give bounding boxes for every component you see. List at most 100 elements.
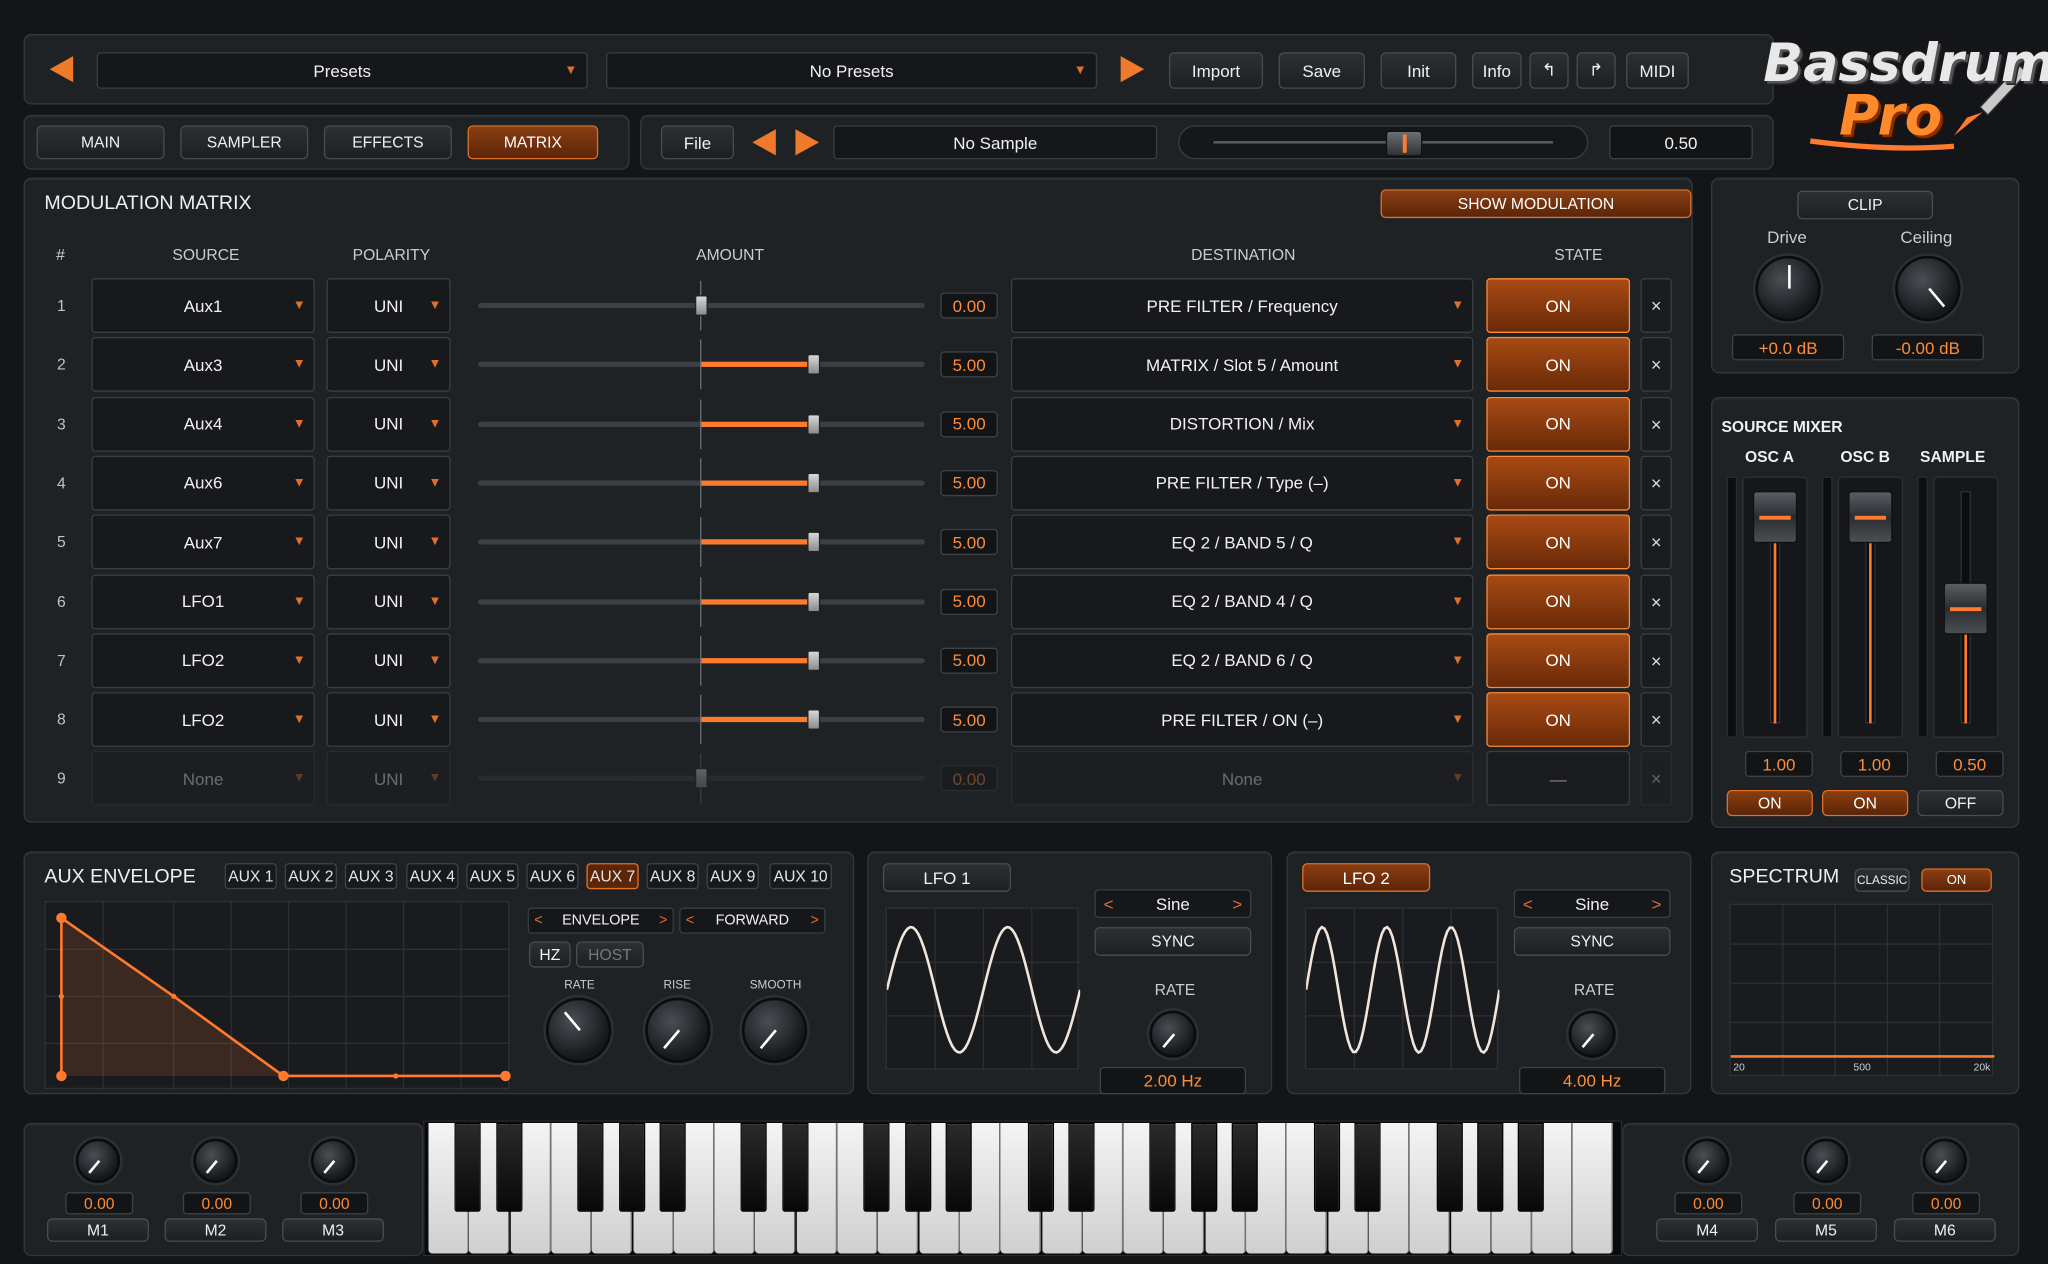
destination-dropdown[interactable]: PRE FILTER / Type (–) ▼ <box>1010 455 1474 511</box>
source-dropdown[interactable]: Aux3 ▼ <box>91 337 315 393</box>
arrow-left-icon[interactable]: < <box>1104 894 1114 914</box>
mixer-fader[interactable] <box>1742 476 1808 738</box>
ceiling-value[interactable]: -0.00 dB <box>1871 334 1984 361</box>
macro-knob[interactable] <box>1803 1138 1849 1184</box>
mixer-channel-value[interactable]: 1.00 <box>1840 750 1909 777</box>
amount-slider-thumb[interactable] <box>806 472 820 494</box>
polarity-dropdown[interactable]: UNI ▼ <box>326 455 451 511</box>
hz-button[interactable]: HZ <box>528 941 571 968</box>
macro-knob[interactable] <box>310 1138 356 1184</box>
env-smooth-knob[interactable] <box>741 997 808 1063</box>
envelope-mode-selector[interactable]: < ENVELOPE > <box>527 907 674 934</box>
source-dropdown[interactable]: Aux6 ▼ <box>91 455 315 511</box>
macro-label[interactable]: M2 <box>164 1218 267 1242</box>
close-icon[interactable]: × <box>1640 396 1672 452</box>
amount-slider[interactable] <box>478 458 925 508</box>
macro-value[interactable]: 0.00 <box>1912 1192 1981 1215</box>
black-key[interactable] <box>495 1122 522 1212</box>
aux-tab-1[interactable]: AUX 1 <box>224 863 277 890</box>
amount-slider-thumb[interactable] <box>806 709 820 731</box>
state-toggle[interactable]: ON <box>1486 573 1631 629</box>
close-icon[interactable]: × <box>1640 573 1672 629</box>
presets-dropdown[interactable]: Presets ▼ <box>96 52 588 89</box>
mixer-fader[interactable] <box>1933 476 1999 738</box>
amount-value[interactable]: 0.00 <box>940 292 998 319</box>
aux-tab-8[interactable]: AUX 8 <box>646 863 699 890</box>
black-key[interactable] <box>454 1122 482 1212</box>
destination-dropdown[interactable]: EQ 2 / BAND 5 / Q ▼ <box>1010 514 1474 570</box>
amount-slider-thumb[interactable] <box>806 413 820 435</box>
polarity-dropdown[interactable]: UNI ▼ <box>326 692 451 748</box>
black-key[interactable] <box>904 1122 931 1212</box>
macro-label[interactable]: M4 <box>1656 1218 1759 1242</box>
amount-slider-thumb[interactable] <box>806 354 820 376</box>
next-sample-arrow-icon[interactable] <box>795 129 819 156</box>
source-dropdown[interactable]: None ▼ <box>91 751 315 807</box>
arrow-right-icon[interactable]: > <box>659 913 667 929</box>
amount-value[interactable]: 0.00 <box>940 765 998 792</box>
aux-tab-5[interactable]: AUX 5 <box>466 863 519 890</box>
lfo1-button[interactable]: LFO 1 <box>882 863 1011 892</box>
aux-tab-9[interactable]: AUX 9 <box>706 863 759 890</box>
amount-slider[interactable] <box>478 694 925 745</box>
env-rate-knob[interactable] <box>545 997 612 1063</box>
drive-value[interactable]: +0.0 dB <box>1731 334 1845 361</box>
fader-cap[interactable] <box>1848 490 1893 544</box>
source-dropdown[interactable]: LFO1 ▼ <box>91 573 315 629</box>
black-key[interactable] <box>945 1122 972 1212</box>
arrow-right-icon[interactable]: > <box>811 913 819 929</box>
black-key[interactable] <box>1231 1122 1258 1212</box>
close-icon[interactable]: × <box>1640 633 1672 688</box>
black-key[interactable] <box>659 1122 686 1212</box>
state-toggle[interactable]: ON <box>1486 278 1631 333</box>
black-key[interactable] <box>741 1122 768 1212</box>
polarity-dropdown[interactable]: UNI ▼ <box>326 573 451 629</box>
macro-label[interactable]: M3 <box>282 1218 384 1242</box>
lfo1-rate-knob[interactable] <box>1149 1010 1197 1058</box>
close-icon[interactable]: × <box>1640 337 1672 393</box>
white-key[interactable] <box>1573 1122 1614 1254</box>
destination-dropdown[interactable]: None ▼ <box>1010 751 1474 807</box>
macro-knob[interactable] <box>75 1138 121 1184</box>
macro-value[interactable]: 0.00 <box>300 1192 369 1215</box>
source-dropdown[interactable]: Aux7 ▼ <box>91 514 315 570</box>
mixer-channel-toggle[interactable]: ON <box>1822 790 1909 817</box>
arrow-left-icon[interactable]: < <box>534 913 542 929</box>
close-icon[interactable]: × <box>1640 278 1672 333</box>
tab-matrix[interactable]: MATRIX <box>467 125 599 160</box>
lfo1-shape-selector[interactable]: < Sine > <box>1094 889 1252 918</box>
midi-button[interactable]: MIDI <box>1626 52 1689 89</box>
destination-dropdown[interactable]: PRE FILTER / ON (–) ▼ <box>1010 692 1474 748</box>
black-key[interactable] <box>1190 1122 1217 1212</box>
amount-value[interactable]: 5.00 <box>940 588 998 615</box>
polarity-dropdown[interactable]: UNI ▼ <box>326 633 451 688</box>
lfo1-sync-button[interactable]: SYNC <box>1094 927 1252 956</box>
state-toggle[interactable]: ON <box>1486 337 1631 393</box>
polarity-dropdown[interactable]: UNI ▼ <box>326 751 451 807</box>
tab-effects[interactable]: EFFECTS <box>323 125 452 160</box>
black-key[interactable] <box>1354 1122 1381 1212</box>
arrow-right-icon[interactable]: > <box>1232 894 1242 914</box>
amount-value[interactable]: 5.00 <box>940 706 998 733</box>
amount-value[interactable]: 5.00 <box>940 469 998 497</box>
mixer-channel-value[interactable]: 1.00 <box>1744 750 1813 777</box>
close-icon[interactable]: × <box>1640 455 1672 511</box>
classic-button[interactable]: CLASSIC <box>1854 868 1910 892</box>
redo-icon[interactable]: ↱ <box>1576 52 1616 89</box>
black-key[interactable] <box>1068 1122 1095 1212</box>
amount-slider-thumb[interactable] <box>806 650 820 671</box>
info-button[interactable]: Info <box>1471 52 1522 89</box>
spectrum-on-button[interactable]: ON <box>1921 868 1992 892</box>
envelope-graph[interactable] <box>44 900 511 1091</box>
macro-knob[interactable] <box>193 1138 238 1184</box>
amount-slider[interactable] <box>478 576 925 627</box>
macro-label[interactable]: M5 <box>1775 1218 1877 1242</box>
drive-knob[interactable] <box>1755 255 1821 322</box>
macro-knob[interactable] <box>1684 1138 1730 1184</box>
macro-value[interactable]: 0.00 <box>1793 1192 1862 1215</box>
arrow-left-icon[interactable]: < <box>686 913 694 929</box>
file-button[interactable]: File <box>660 125 735 160</box>
aux-tab-7[interactable]: AUX 7 <box>586 863 639 890</box>
amount-slider-thumb[interactable] <box>806 590 820 612</box>
aux-tab-6[interactable]: AUX 6 <box>526 863 579 890</box>
